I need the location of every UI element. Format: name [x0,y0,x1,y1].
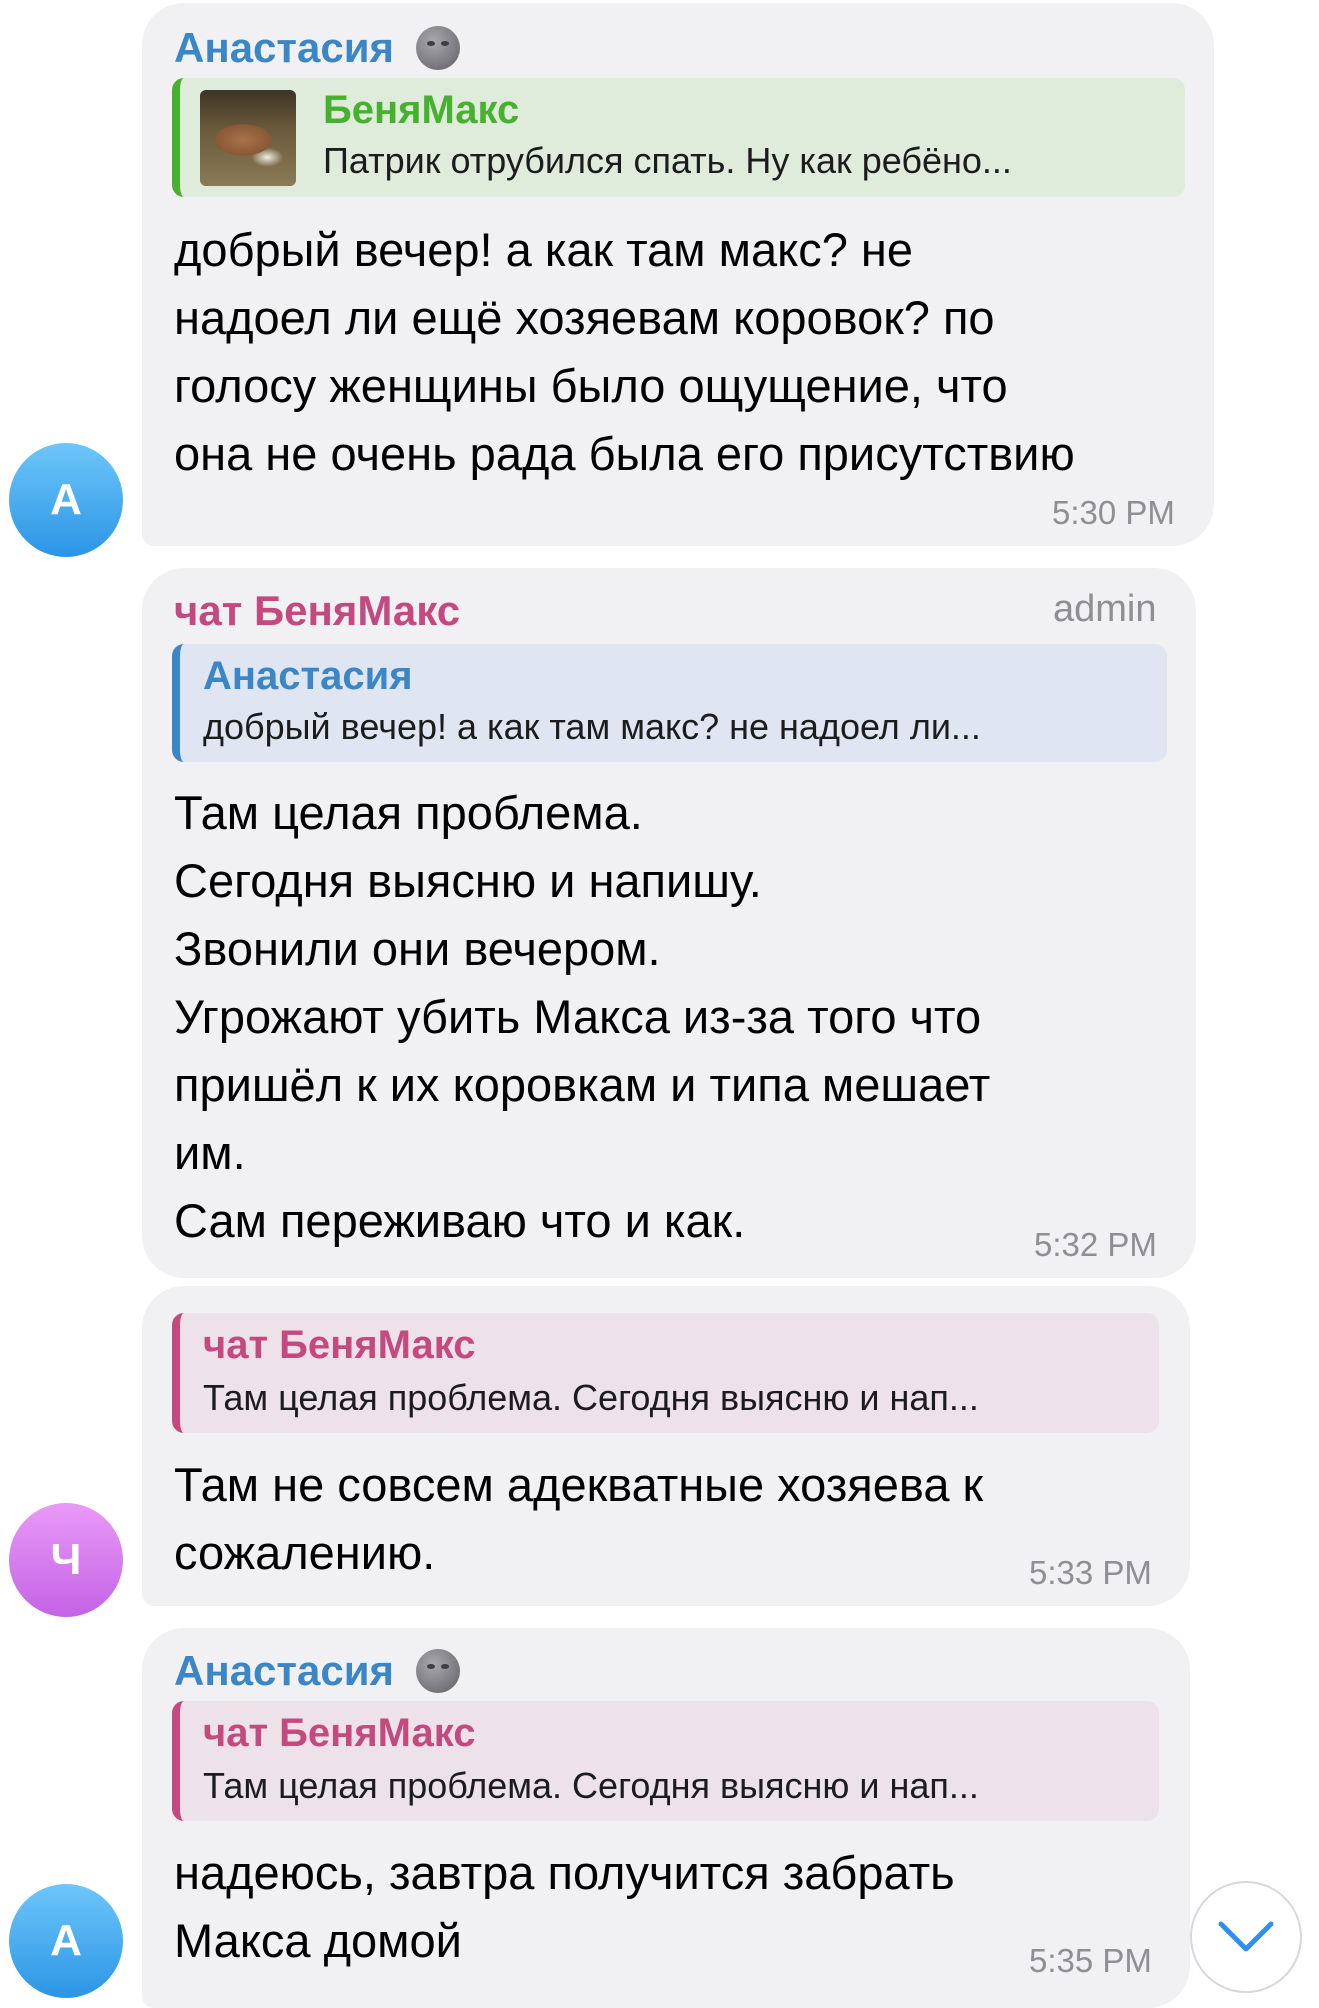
reply-preview[interactable]: чат БеняМакс Там целая проблема. Сегодня… [172,1701,1159,1821]
reply-author: чат БеняМакс [203,1323,476,1367]
new-moon-face-icon [416,26,461,70]
avatar[interactable]: А [9,1884,123,1998]
reply-snippet: Патрик отрубился спать. Ну как ребёно... [323,140,1012,181]
avatar[interactable]: Ч [9,1503,123,1617]
avatar-initial: А [50,1916,82,1965]
sender-name[interactable]: Анастасия [174,1645,461,1697]
sender-name[interactable]: чат БеняМакс [174,586,460,636]
avatar-initial: А [50,475,82,524]
reply-author: чат БеняМакс [203,1711,476,1755]
sender-name[interactable]: Анастасия [174,22,461,74]
avatar[interactable]: А [9,443,123,557]
reply-author: Анастасия [203,654,413,698]
reply-preview[interactable]: чат БеняМакс Там целая проблема. Сегодня… [172,1313,1159,1433]
reply-thumbnail-image [200,90,296,186]
message-time: 5:30 PM [1052,494,1175,531]
reply-snippet: добрый вечер! а как там макс? не надоел … [203,706,981,747]
scroll-to-bottom-button[interactable] [1190,1881,1302,1993]
message-text: Там целая проблема. Сегодня выясню и нап… [174,786,991,1247]
chevron-down-icon [1218,1921,1274,1952]
sender-name-label[interactable]: Анастасия [174,24,394,72]
sender-name-label[interactable]: Анастасия [174,1647,394,1695]
message-text: Там не совсем адекватные хозяева к сожал… [174,1458,984,1579]
reply-preview[interactable]: Анастасия добрый вечер! а как там макс? … [172,644,1167,762]
message-text: добрый вечер! а как там макс? не надоел … [174,223,1075,480]
new-moon-face-icon [416,1649,461,1693]
message-time: 5:33 PM [1029,1554,1152,1591]
reply-author: БеняМакс [323,88,520,132]
reply-snippet: Там целая проблема. Сегодня выясню и нап… [203,1765,979,1806]
message-time: 5:32 PM [1034,1226,1157,1263]
reply-preview[interactable]: БеняМакс Патрик отрубился спать. Ну как … [172,78,1185,197]
admin-badge: admin [1053,588,1157,630]
message-text: надеюсь, завтра получится забрать Макса … [174,1846,955,1967]
avatar-initial: Ч [50,1535,82,1584]
reply-snippet: Там целая проблема. Сегодня выясню и нап… [203,1377,979,1418]
message-time: 5:35 PM [1029,1942,1152,1979]
